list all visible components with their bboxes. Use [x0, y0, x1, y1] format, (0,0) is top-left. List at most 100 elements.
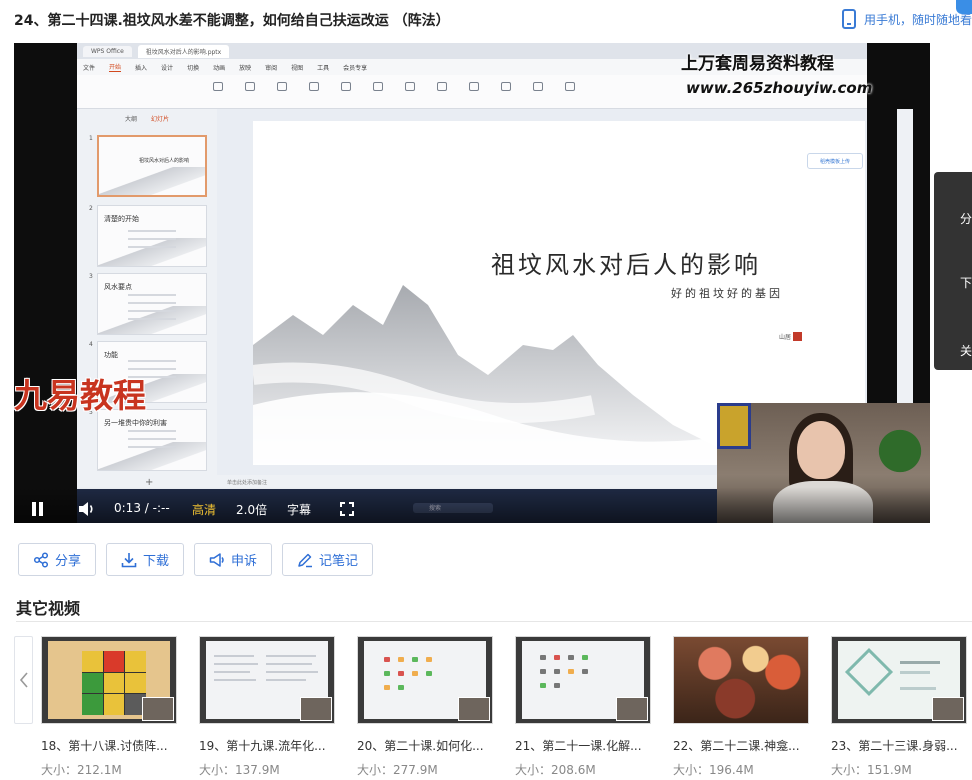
pause-icon[interactable]	[32, 502, 44, 516]
thumb-number: 1	[89, 135, 93, 142]
floating-side-panel: 分 下 关	[934, 172, 972, 370]
video-card[interactable]: 22、第二十二课.神龛... 大小：196.4M	[673, 636, 809, 778]
video-thumbnail	[41, 636, 177, 724]
thumb-number: 3	[89, 273, 93, 280]
subtitles-button[interactable]: 字幕	[287, 501, 311, 518]
video-card[interactable]: 19、第十九课.流年化... 大小：137.9M	[199, 636, 335, 778]
video-card[interactable]: 21、第二十一课.化解... 大小：208.6M	[515, 636, 651, 778]
download-label: 下载	[143, 554, 170, 569]
ribbon-icon	[207, 81, 229, 102]
chevron-left-icon	[19, 672, 28, 688]
thumb-number: 4	[89, 341, 93, 348]
watermark-url: www.265zhouyiw.com	[686, 79, 873, 97]
video-size: 大小：277.9M	[357, 763, 438, 777]
panel-tab-outline: 大纲	[124, 116, 137, 123]
mobile-link-label: 用手机，随时随地看	[863, 12, 972, 27]
side-download-button[interactable]: 下	[960, 274, 972, 291]
app-menu-item: 插入	[135, 64, 148, 72]
video-size: 大小：137.9M	[199, 763, 280, 777]
slide-title: 祖坟风水对后人的影响	[491, 251, 761, 279]
page: 24、第二十四课.祖坟风水差不能调整，如何给自己扶运改运 （阵法） 用手机，随时…	[0, 0, 972, 780]
video-thumbnail	[515, 636, 651, 724]
app-menu-item: 动画	[213, 64, 226, 72]
thumb-title: 祖坟风水对后人的影响	[139, 158, 190, 164]
video-card[interactable]: 18、第十八课.讨债阵... 大小：212.1M	[41, 636, 177, 778]
video-size: 大小：208.6M	[515, 763, 596, 777]
video-title: 20、第二十课.如何化...	[357, 739, 484, 753]
section-title: 其它视频	[16, 599, 81, 618]
thumb-title: 清楚的开始	[104, 215, 139, 223]
slide-author: 山居	[779, 334, 792, 341]
volume-icon[interactable]	[78, 501, 96, 517]
video-thumbnail	[831, 636, 967, 724]
app-menu-item: 会员专享	[343, 64, 368, 72]
slide-thumbnail: 另一堆贵中你的利害	[97, 409, 207, 471]
video-size: 大小：196.4M	[673, 763, 754, 777]
video-thumbnail	[673, 636, 809, 724]
megaphone-icon	[209, 552, 224, 567]
appeal-button[interactable]: 申诉	[194, 543, 273, 576]
side-share-button[interactable]: 分	[960, 210, 972, 227]
side-close-button[interactable]: 关	[960, 342, 972, 359]
pencil-icon	[298, 553, 313, 567]
ribbon-icon	[495, 81, 517, 102]
video-player[interactable]: WPS Office 祖坟风水对后人的影响.pptx 文件 开始 插入 设计 切…	[14, 43, 930, 523]
header: 24、第二十四课.祖坟风水差不能调整，如何给自己扶运改运 （阵法） 用手机，随时…	[0, 0, 972, 40]
download-icon	[121, 552, 137, 567]
speed-button[interactable]: 2.0倍	[236, 501, 267, 518]
playback-time: 0:13 / -:--	[114, 501, 170, 515]
video-card[interactable]: 20、第二十课.如何化... 大小：277.9M	[357, 636, 493, 778]
video-title: 18、第十八课.讨债阵...	[41, 739, 168, 753]
ribbon-icon	[399, 81, 421, 102]
appeal-label: 申诉	[231, 554, 258, 569]
share-button[interactable]: 分享	[18, 543, 97, 576]
take-notes-button[interactable]: 记笔记	[282, 543, 374, 576]
slide-subtitle: 好的祖坟好的基因	[671, 287, 783, 300]
quality-button[interactable]: 高清	[192, 501, 216, 518]
fullscreen-icon[interactable]	[340, 502, 354, 516]
action-bar: 分享 下载 申诉 记笔记	[18, 543, 374, 576]
slide-thumbnail: 清楚的开始	[97, 205, 207, 267]
slide-thumbnail: 风水要点	[97, 273, 207, 335]
app-menu-item: 文件	[83, 64, 96, 72]
ribbon-icon	[239, 81, 261, 102]
ribbon-icon	[335, 81, 357, 102]
panel-tabs: 大纲 幻灯片	[77, 109, 217, 125]
page-title: 24、第二十四课.祖坟风水差不能调整，如何给自己扶运改运 （阵法）	[14, 13, 450, 29]
ribbon-icon	[367, 81, 389, 102]
thumb-title: 另一堆贵中你的利害	[104, 419, 167, 427]
video-card[interactable]: 23、第二十三课.身弱... 大小：151.9M	[831, 636, 967, 778]
thumb-number: 2	[89, 205, 93, 212]
mobile-link[interactable]: 用手机，随时随地看	[841, 9, 972, 29]
corner-badge	[956, 0, 972, 14]
download-button[interactable]: 下载	[106, 543, 185, 576]
share-label: 分享	[55, 554, 82, 569]
section-divider	[16, 621, 972, 622]
ribbon-icon	[527, 81, 549, 102]
cloud-upload-button: 稻壳模板上传	[807, 153, 863, 169]
app-menu-item: 切换	[187, 64, 200, 72]
app-menu-item: 设计	[161, 64, 174, 72]
ribbon-icon	[271, 81, 293, 102]
video-size: 大小：151.9M	[831, 763, 912, 777]
app-tab: WPS Office	[83, 45, 132, 57]
video-thumbnail	[357, 636, 493, 724]
video-title: 23、第二十三课.身弱...	[831, 739, 958, 753]
ribbon-icon	[559, 81, 581, 102]
slide-panel: 大纲 幻灯片 1 祖坟风水对后人的影响 2 清楚的开始 3 风水要点 4 功能 …	[77, 109, 217, 509]
panel-tab-slides: 幻灯片	[151, 116, 170, 123]
share-icon	[33, 551, 49, 568]
app-menu-item: 放映	[239, 64, 252, 72]
app-menu-item: 开始	[109, 64, 122, 72]
video-title: 19、第十九课.流年化...	[199, 739, 326, 753]
player-controls: 0:13 / -:-- 高清 2.0倍 字幕	[14, 487, 930, 523]
app-tab: 祖坟风水对后人的影响.pptx	[137, 44, 230, 58]
video-title: 22、第二十二课.神龛...	[673, 739, 800, 753]
phone-icon	[841, 9, 856, 29]
video-size: 大小：212.1M	[41, 763, 122, 777]
watermark-text: 上万套周易资料教程	[681, 54, 834, 74]
ribbon-icon	[431, 81, 453, 102]
carousel-prev-button[interactable]	[14, 636, 33, 724]
app-menu-item: 视图	[291, 64, 304, 72]
thumb-title: 功能	[104, 351, 118, 359]
